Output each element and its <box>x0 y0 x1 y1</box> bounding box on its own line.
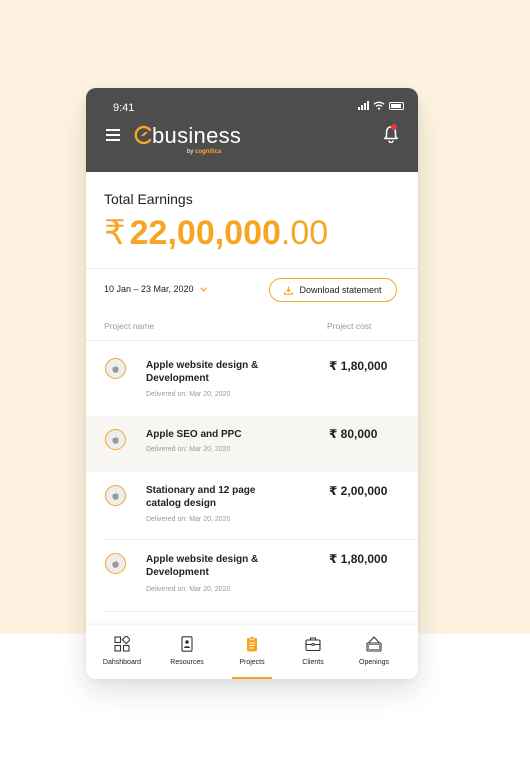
project-cost: ₹ 1,80,000 <box>329 552 388 566</box>
nav-clients[interactable]: Clients <box>283 625 343 679</box>
download-icon <box>284 286 294 295</box>
table-row[interactable]: Apple website design & Development Deliv… <box>86 540 418 612</box>
app-header: 9:41 business by cognitica <box>86 88 418 172</box>
brand-sub: by cognitica <box>187 149 221 155</box>
column-header-cost: Project cost <box>327 321 372 331</box>
project-cost: ₹ 2,00,000 <box>329 484 388 498</box>
wifi-icon <box>373 101 385 110</box>
notification-dot <box>391 124 397 130</box>
download-statement-label: Download statement <box>299 285 382 295</box>
currency-symbol: ₹ <box>104 214 126 252</box>
apple-icon <box>105 485 126 506</box>
apple-icon <box>105 358 126 379</box>
open-sign-icon <box>366 636 382 652</box>
resources-icon <box>181 636 193 652</box>
nav-dashboard[interactable]: Dahshboard <box>92 625 152 679</box>
brand-sub-prefix: by <box>187 149 194 155</box>
logo-mark-icon <box>134 125 152 145</box>
dashboard-icon <box>114 636 130 652</box>
phone-frame: 9:41 business by cognitica Total Earning… <box>86 88 418 679</box>
projects-icon <box>247 636 257 652</box>
status-time: 9:41 <box>113 102 135 114</box>
project-cost: ₹ 80,000 <box>329 427 378 441</box>
signal-icon <box>358 101 369 110</box>
table-row[interactable]: Stationary and 12 page catalog design De… <box>86 472 418 540</box>
battery-icon <box>389 102 404 110</box>
project-delivered: Delivered on: Mar 20, 2020 <box>146 446 231 453</box>
download-statement-button[interactable]: Download statement <box>269 278 397 302</box>
earnings-amount: ₹22,00,000.00 <box>104 213 328 253</box>
earnings-label: Total Earnings <box>104 191 193 207</box>
nav-openings[interactable]: Openings <box>344 625 404 679</box>
column-header-name: Project name <box>104 321 155 331</box>
project-title: Apple SEO and PPC <box>146 429 242 440</box>
menu-icon[interactable] <box>106 129 120 141</box>
table-row[interactable]: Apple website design & Development Deliv… <box>86 341 418 415</box>
project-cost: ₹ 1,80,000 <box>329 359 388 373</box>
date-range-selector[interactable]: 10 Jan – 23 Mar, 2020 <box>104 284 207 294</box>
nav-label: Projects <box>239 659 265 666</box>
nav-label: Clients <box>302 659 324 666</box>
project-title: Apple website design & Development <box>146 554 259 578</box>
nav-resources[interactable]: Resources <box>157 625 217 679</box>
apple-icon <box>105 553 126 574</box>
project-delivered: Delivered on: Mar 20, 2020 <box>146 391 231 398</box>
table-row[interactable]: Apple SEO and PPC Delivered on: Mar 20, … <box>86 416 418 472</box>
brand-sub-name: cognitica <box>195 149 222 155</box>
brand-name: business <box>152 123 242 148</box>
project-title: Stationary and 12 page catalog design <box>146 485 256 509</box>
project-delivered: Delivered on: Mar 20, 2020 <box>146 586 231 593</box>
project-title: Apple website design & Development <box>146 360 259 384</box>
date-range-text: 10 Jan – 23 Mar, 2020 <box>104 284 194 294</box>
chevron-down-icon <box>199 286 207 292</box>
status-icons <box>358 101 404 110</box>
nav-label: Resources <box>170 659 204 666</box>
apple-icon <box>105 429 126 450</box>
row-divider <box>104 611 418 612</box>
nav-projects[interactable]: Projects <box>222 625 282 679</box>
nav-label: Openings <box>359 659 389 666</box>
active-tab-indicator <box>232 677 272 679</box>
project-delivered: Delivered on: Mar 20, 2020 <box>146 516 231 523</box>
briefcase-icon <box>305 637 321 652</box>
bottom-nav: Dahshboard Resources Projects Clients Op… <box>86 625 418 679</box>
earnings-main: 22,00,000 <box>129 214 281 252</box>
section-divider <box>86 268 418 269</box>
nav-label: Dahshboard <box>102 659 142 666</box>
earnings-decimal: .00 <box>280 214 329 252</box>
